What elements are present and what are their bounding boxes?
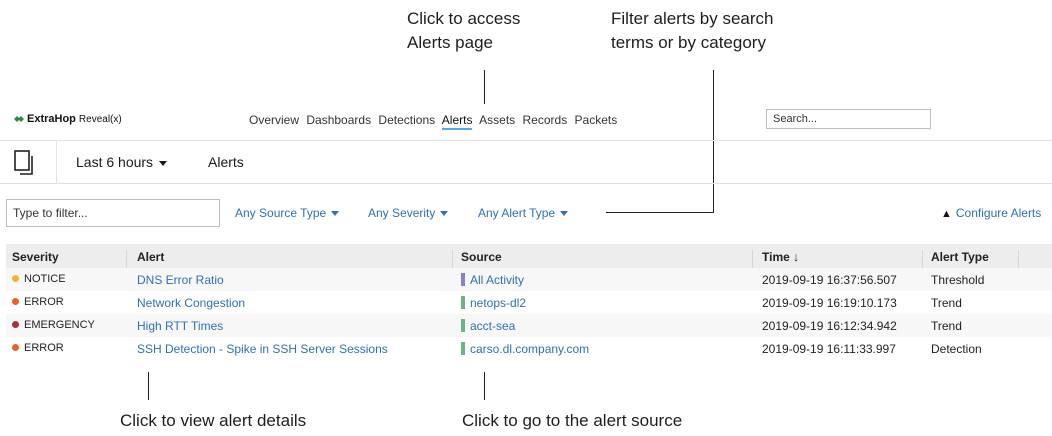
- brand-name: ExtraHop: [27, 113, 76, 125]
- callout-alert-source: Click to go to the alert source: [462, 411, 683, 430]
- source-label: acct-sea: [470, 319, 516, 333]
- notice-dot-icon: [12, 275, 19, 282]
- product-name: Reveal(x): [78, 114, 122, 125]
- global-search-input[interactable]: [766, 109, 931, 129]
- nav-item-records[interactable]: Records: [523, 113, 568, 127]
- caret-down-icon: [560, 211, 569, 217]
- callout-connector: [484, 70, 485, 104]
- severity-label: ERROR: [24, 296, 64, 308]
- callout-connector: [148, 372, 149, 400]
- alert-type-label: Any Alert Type: [478, 206, 556, 220]
- filter-input[interactable]: [6, 199, 220, 227]
- callout-text-line: Filter alerts by search: [611, 9, 774, 28]
- severity-cell: EMERGENCY: [12, 319, 95, 331]
- time-cell: 2019-09-19 16:37:56.507: [762, 273, 897, 287]
- nav-item-detections[interactable]: Detections: [378, 113, 435, 127]
- app-logo[interactable]: ExtraHop Reveal(x): [14, 113, 122, 125]
- source-link[interactable]: All Activity: [461, 273, 524, 287]
- severity-cell: ERROR: [12, 342, 64, 354]
- header-alert-type[interactable]: Alert Type: [931, 250, 989, 264]
- alert-link[interactable]: Network Congestion: [137, 296, 245, 310]
- source-link[interactable]: carso.dl.company.com: [461, 342, 589, 356]
- source-color-bar: [461, 342, 465, 355]
- severity-cell: NOTICE: [12, 273, 66, 285]
- error-dot-icon: [12, 344, 19, 351]
- severity-label: ERROR: [24, 342, 64, 354]
- table-body: NOTICE DNS Error Ratio All Activity 2019…: [6, 268, 1052, 360]
- time-cell: 2019-09-19 16:11:33.997: [762, 342, 896, 356]
- extrahop-logo-icon: [14, 116, 24, 123]
- callout-filter: Filter alerts by search terms or by cate…: [611, 7, 774, 55]
- time-cell: 2019-09-19 16:19:10.173: [762, 296, 897, 310]
- nav-item-assets[interactable]: Assets: [479, 113, 515, 127]
- caret-down-icon: [159, 160, 168, 166]
- page-title: Alerts: [208, 154, 244, 170]
- source-color-bar: [461, 273, 465, 286]
- caret-down-icon: [331, 211, 340, 217]
- alert-type-cell: Trend: [931, 296, 962, 310]
- time-range-selector[interactable]: Last 6 hours: [76, 154, 168, 170]
- nav-links: Overview Dashboards Detections Alerts As…: [249, 113, 621, 130]
- callout-text-line: terms or by category: [611, 33, 766, 52]
- alert-link[interactable]: High RTT Times: [137, 319, 223, 333]
- time-cell: 2019-09-19 16:12:34.942: [762, 319, 897, 333]
- source-color-bar: [461, 296, 465, 309]
- filter-bar: Any Source Type Any Severity Any Alert T…: [0, 196, 1052, 230]
- callout-connector: [484, 372, 485, 400]
- source-type-dropdown[interactable]: Any Source Type: [235, 206, 340, 220]
- header-alert[interactable]: Alert: [137, 250, 164, 264]
- alert-type-cell: Detection: [931, 342, 982, 356]
- source-color-bar: [461, 319, 465, 332]
- emergency-dot-icon: [12, 321, 19, 328]
- severity-cell: ERROR: [12, 296, 64, 308]
- table-row: NOTICE DNS Error Ratio All Activity 2019…: [6, 268, 1052, 291]
- configure-alerts-link[interactable]: ▲ Configure Alerts: [941, 206, 1041, 220]
- callout-alert-details: Click to view alert details: [120, 411, 307, 430]
- alert-link[interactable]: DNS Error Ratio: [137, 273, 224, 287]
- severity-label: EMERGENCY: [24, 319, 95, 331]
- table-row: EMERGENCY High RTT Times acct-sea 2019-0…: [6, 314, 1052, 337]
- error-dot-icon: [12, 298, 19, 305]
- copy-pages-icon[interactable]: [14, 150, 36, 176]
- nav-item-dashboards[interactable]: Dashboards: [306, 113, 371, 127]
- alert-type-cell: Threshold: [931, 273, 985, 287]
- alert-link[interactable]: SSH Detection - Spike in SSH Server Sess…: [137, 342, 388, 356]
- time-range-label: Last 6 hours: [76, 154, 154, 170]
- source-link[interactable]: acct-sea: [461, 319, 515, 333]
- alerts-table: Severity Alert Source Time ↓ Alert Type …: [6, 244, 1052, 360]
- source-link[interactable]: netops-dl2: [461, 296, 526, 310]
- callout-alerts-page: Click to access Alerts page: [407, 7, 520, 55]
- nav-item-overview[interactable]: Overview: [249, 113, 299, 127]
- top-navigation: ExtraHop Reveal(x) Overview Dashboards De…: [0, 104, 1052, 134]
- warning-icon: ▲: [941, 208, 952, 220]
- source-label: carso.dl.company.com: [470, 342, 590, 356]
- source-label: netops-dl2: [470, 296, 527, 310]
- callout-text-line: Alerts page: [407, 33, 493, 52]
- table-row: ERROR Network Congestion netops-dl2 2019…: [6, 291, 1052, 314]
- source-type-label: Any Source Type: [235, 206, 327, 220]
- alert-type-dropdown[interactable]: Any Alert Type: [478, 206, 569, 220]
- header-source[interactable]: Source: [461, 250, 502, 264]
- nav-item-packets[interactable]: Packets: [575, 113, 618, 127]
- time-bar: Last 6 hours Alerts: [0, 140, 1052, 184]
- alert-type-cell: Trend: [931, 319, 962, 333]
- severity-dropdown[interactable]: Any Severity: [368, 206, 449, 220]
- divider: [56, 141, 57, 183]
- source-label: All Activity: [470, 273, 525, 287]
- nav-item-alerts[interactable]: Alerts: [441, 113, 473, 130]
- table-header: Severity Alert Source Time ↓ Alert Type: [6, 244, 1052, 274]
- header-time[interactable]: Time ↓: [762, 250, 799, 264]
- severity-label: Any Severity: [368, 206, 436, 220]
- configure-alerts-label: Configure Alerts: [955, 206, 1042, 220]
- caret-down-icon: [440, 211, 449, 217]
- table-row: ERROR SSH Detection - Spike in SSH Serve…: [6, 337, 1052, 360]
- callout-text-line: Click to access: [407, 9, 521, 28]
- severity-label: NOTICE: [24, 273, 66, 285]
- header-severity[interactable]: Severity: [12, 250, 59, 264]
